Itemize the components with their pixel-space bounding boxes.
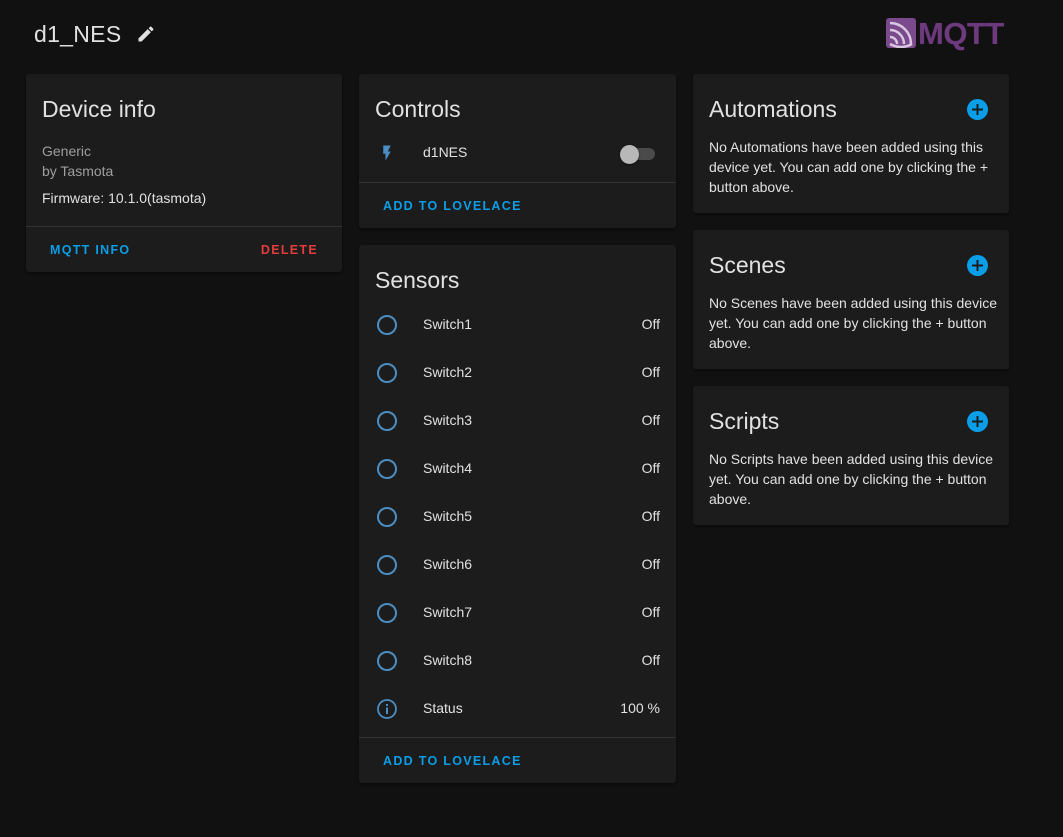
sensor-row-switch7[interactable]: Switch7 Off — [359, 589, 676, 637]
sensor-name: Switch8 — [423, 652, 473, 668]
sensor-name: Switch1 — [423, 316, 473, 332]
sensors-add-to-lovelace-button[interactable]: ADD TO LOVELACE — [383, 754, 522, 768]
add-scene-button[interactable] — [967, 255, 988, 276]
sensor-name: Switch5 — [423, 508, 473, 524]
sensor-name: Switch6 — [423, 556, 473, 572]
add-automation-button[interactable] — [967, 99, 988, 120]
scenes-card: Scenes No Scenes have been added using t… — [693, 230, 1009, 369]
automations-empty-text: No Automations have been added using thi… — [709, 139, 989, 195]
sensor-list: Switch1 Off Switch2 Off Switch3 Off Swit… — [359, 301, 676, 733]
sensors-title: Sensors — [375, 267, 460, 293]
device-model: Generic — [42, 143, 92, 159]
sensor-name: Switch7 — [423, 604, 473, 620]
controls-card: Controls d1NES ADD TO LOVELACE — [359, 74, 676, 228]
divider — [26, 226, 342, 227]
sensor-row-switch4[interactable]: Switch4 Off — [359, 445, 676, 493]
circle-outline-icon — [376, 506, 398, 528]
divider — [359, 737, 676, 738]
mqtt-logo-text: MQTT — [918, 15, 1004, 51]
mqtt-logo-icon — [886, 18, 916, 49]
scripts-empty-text: No Scripts have been added using this de… — [709, 451, 994, 507]
sensor-state: Off — [641, 316, 660, 332]
device-firmware: Firmware: 10.1.0(tasmota) — [42, 190, 207, 206]
circle-outline-icon — [376, 650, 398, 672]
circle-outline-icon — [376, 602, 398, 624]
sensor-row-switch1[interactable]: Switch1 Off — [359, 301, 676, 349]
sensor-state: 100 % — [620, 700, 660, 716]
sensor-state: Off — [641, 508, 660, 524]
sensor-state: Off — [641, 460, 660, 476]
add-script-button[interactable] — [967, 411, 988, 432]
sensor-state: Off — [641, 364, 660, 380]
sensor-state: Off — [641, 556, 660, 572]
sensor-row-switch5[interactable]: Switch5 Off — [359, 493, 676, 541]
sensor-row-switch8[interactable]: Switch8 Off — [359, 637, 676, 685]
device-manufacturer: by Tasmota — [42, 163, 114, 179]
device-info-title: Device info — [42, 96, 156, 122]
mqtt-logo: MQTT — [886, 16, 1010, 50]
sensors-card: Sensors Switch1 Off Switch2 Off Switch3 … — [359, 245, 676, 783]
device-title: d1_NES — [34, 20, 122, 47]
sensor-row-switch6[interactable]: Switch6 Off — [359, 541, 676, 589]
circle-outline-icon — [376, 554, 398, 576]
scripts-title: Scripts — [709, 408, 780, 434]
scenes-empty-text: No Scenes have been added using this dev… — [709, 295, 997, 351]
sensor-name: Switch4 — [423, 460, 473, 476]
controls-add-to-lovelace-button[interactable]: ADD TO LOVELACE — [383, 199, 522, 213]
sensor-name: Switch2 — [423, 364, 473, 380]
control-label: d1NES — [423, 144, 468, 160]
sensor-row-status[interactable]: Status 100 % — [359, 685, 676, 733]
flash-icon — [378, 143, 396, 163]
plus-icon — [972, 260, 983, 271]
sensor-name: Status — [423, 700, 463, 716]
pencil-icon[interactable] — [135, 23, 157, 45]
scripts-card: Scripts No Scripts have been added using… — [693, 386, 1009, 525]
plus-icon — [972, 104, 983, 115]
scenes-title: Scenes — [709, 252, 786, 278]
controls-title: Controls — [375, 96, 461, 122]
sensor-name: Switch3 — [423, 412, 473, 428]
plus-icon — [972, 416, 983, 427]
control-toggle-switch[interactable] — [620, 145, 656, 164]
sensor-row-switch2[interactable]: Switch2 Off — [359, 349, 676, 397]
automations-card: Automations No Automations have been add… — [693, 74, 1009, 213]
device-info-card: Device info Generic by Tasmota Firmware:… — [26, 74, 342, 272]
circle-outline-icon — [376, 362, 398, 384]
sensor-state: Off — [641, 652, 660, 668]
delete-button[interactable]: DELETE — [261, 243, 318, 257]
circle-outline-icon — [376, 410, 398, 432]
mqtt-info-button[interactable]: MQTT INFO — [50, 243, 130, 257]
circle-outline-icon — [376, 458, 398, 480]
sensor-row-switch3[interactable]: Switch3 Off — [359, 397, 676, 445]
toggle-knob — [620, 145, 639, 164]
divider — [359, 182, 676, 183]
information-outline-icon — [376, 698, 398, 720]
automations-title: Automations — [709, 96, 837, 122]
sensor-state: Off — [641, 412, 660, 428]
page-header: d1_NES — [34, 18, 157, 50]
sensor-state: Off — [641, 604, 660, 620]
control-row-d1nes[interactable]: d1NES — [359, 136, 676, 170]
circle-outline-icon — [376, 314, 398, 336]
